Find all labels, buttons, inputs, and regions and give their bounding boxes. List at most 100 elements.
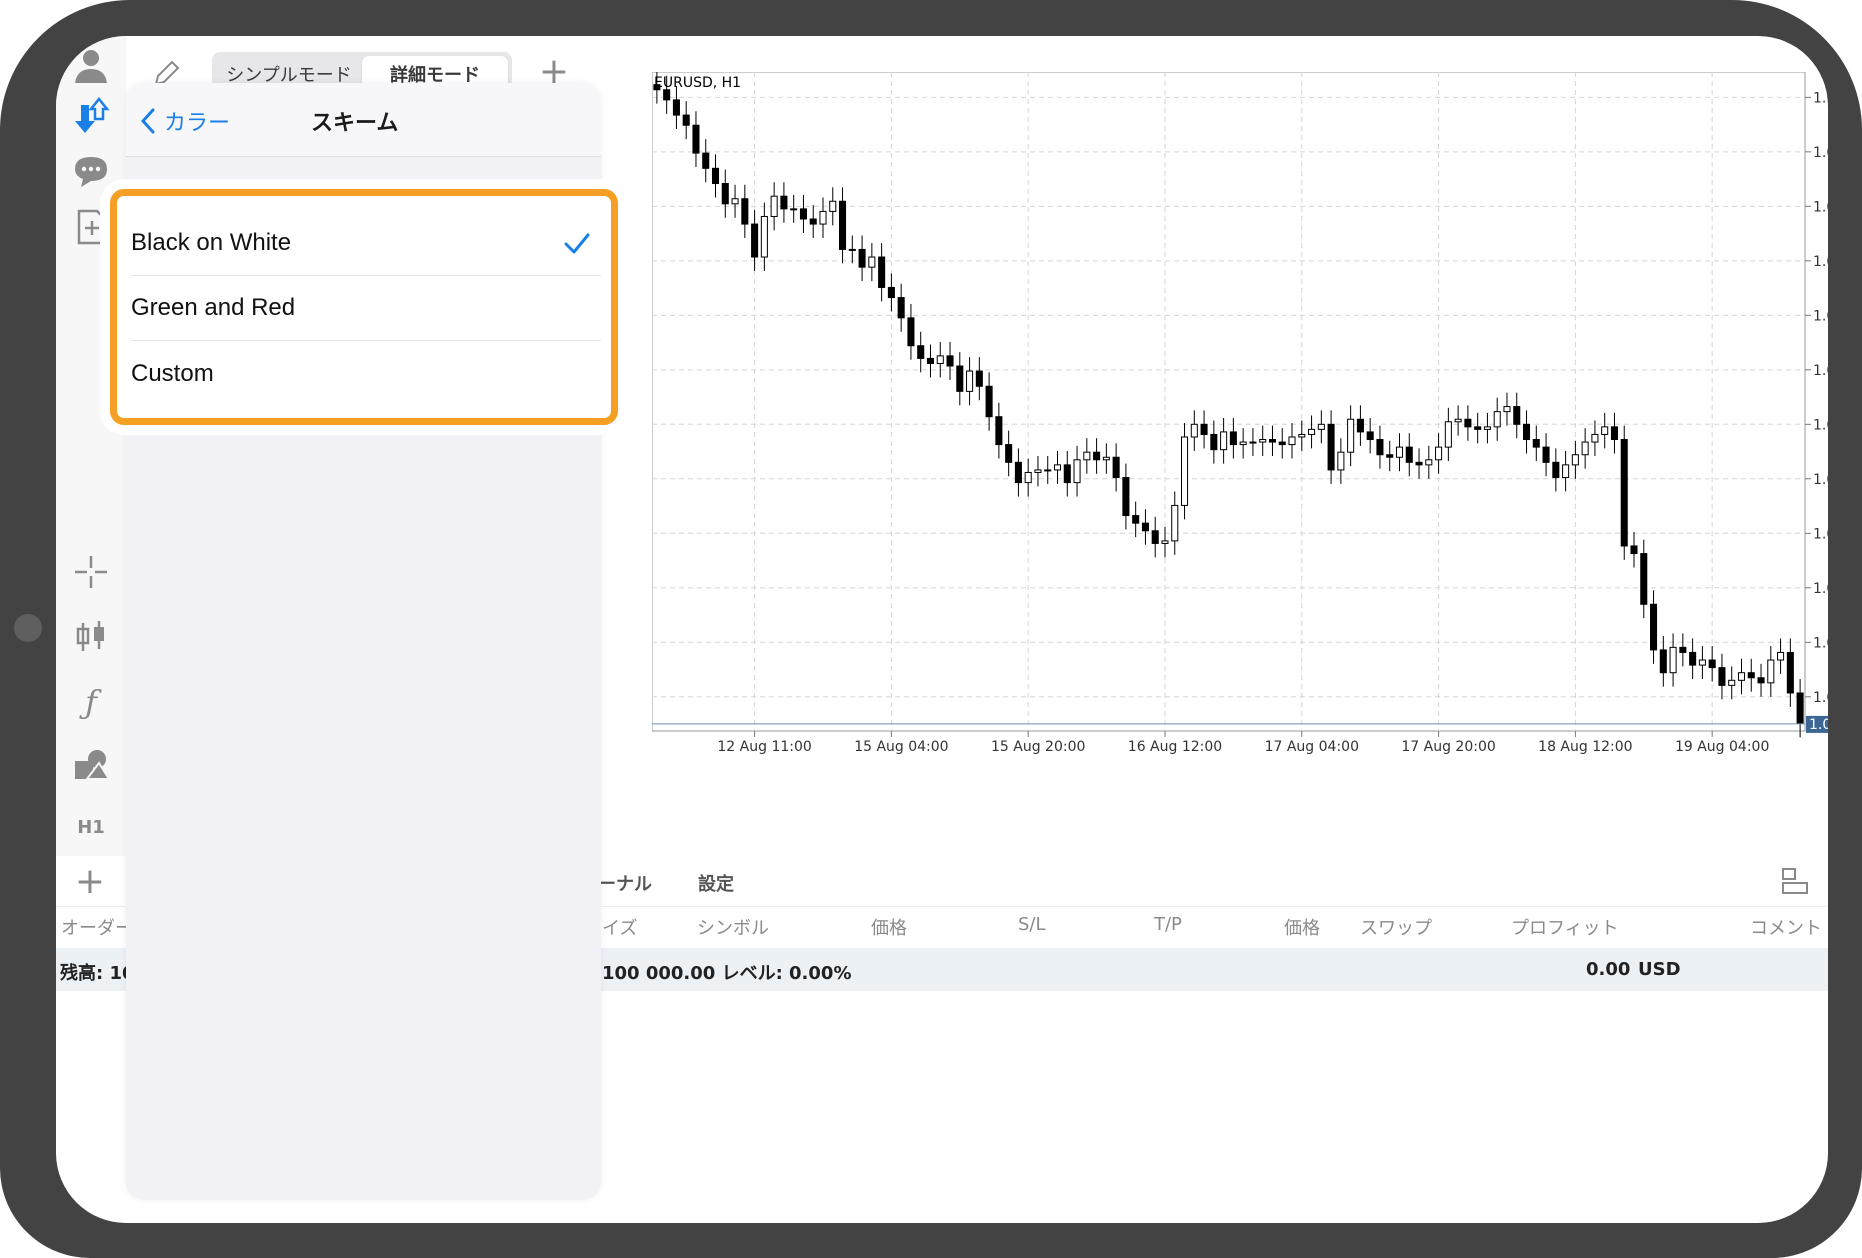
back-label: カラー xyxy=(164,111,231,136)
y-tick-label: 1.00920 xyxy=(1813,635,1828,651)
x-tick-label: 17 Aug 20:00 xyxy=(1401,739,1495,755)
candle-body xyxy=(1093,451,1101,461)
candle-body xyxy=(1767,659,1775,684)
candle-body xyxy=(1288,436,1296,446)
left-toolbar: ƒ H1 xyxy=(56,36,126,856)
candle-body xyxy=(1493,411,1501,428)
candle-body xyxy=(956,365,964,392)
candle-body xyxy=(711,167,720,185)
y-tick-label: 1.02855 xyxy=(1813,145,1828,161)
home-button[interactable] xyxy=(14,614,42,642)
col-sl: S/L xyxy=(1018,914,1046,935)
candle-body xyxy=(1620,439,1628,547)
account-icon[interactable] xyxy=(70,44,112,86)
candle-body xyxy=(1298,433,1306,438)
indicators-icon[interactable]: ƒ xyxy=(70,681,112,723)
candle-body xyxy=(751,223,759,258)
trade-icon[interactable] xyxy=(70,96,112,138)
y-tick-label: 1.00705 xyxy=(1813,690,1828,706)
candle-body xyxy=(1044,469,1052,472)
candle-body xyxy=(1532,439,1540,448)
candle-body xyxy=(1405,446,1413,463)
candle-body xyxy=(780,195,788,210)
candle-body xyxy=(1102,456,1110,461)
candle-body xyxy=(1005,444,1013,463)
candle-body xyxy=(1679,646,1687,653)
objects-icon[interactable] xyxy=(70,744,112,786)
candle-body xyxy=(1063,464,1071,484)
candle-body xyxy=(1308,428,1316,435)
candle-body xyxy=(1591,433,1599,443)
candle-body xyxy=(1610,426,1618,441)
candle-body xyxy=(1737,672,1746,681)
candle-body xyxy=(868,256,876,268)
candle-body xyxy=(721,183,729,205)
col-comment: コメント xyxy=(1750,918,1822,939)
scheme-option-green-and-red[interactable]: Green and Red xyxy=(131,277,601,341)
candle-body xyxy=(1259,439,1267,443)
y-tick-label: 1.01350 xyxy=(1813,526,1828,542)
candle-body xyxy=(1249,441,1257,444)
crosshair-icon[interactable] xyxy=(70,551,112,593)
candle-body xyxy=(799,208,807,220)
tab-journal[interactable]: ーナル xyxy=(598,870,652,896)
back-button[interactable]: カラー xyxy=(138,105,230,137)
candle-body xyxy=(1483,426,1491,430)
candle-body xyxy=(878,256,886,288)
candle-body xyxy=(1786,651,1794,694)
scheme-label: Green and Red xyxy=(131,294,296,321)
candle-body xyxy=(1415,461,1423,466)
candle-body xyxy=(1356,418,1364,433)
price-chart[interactable]: 1.03070 1.02855 1.02640 1.02425 1.02210 1.019… xyxy=(652,72,1828,884)
candle-body xyxy=(1395,446,1404,458)
new-document-icon[interactable] xyxy=(70,206,112,248)
current-price-label: 1.00598 xyxy=(1809,717,1828,733)
candle-body xyxy=(887,286,895,299)
candle-body xyxy=(1141,522,1149,532)
candle-body xyxy=(1425,459,1433,466)
y-tick-label: 1.01995 xyxy=(1813,363,1828,379)
candle-body xyxy=(1728,679,1736,686)
candle-body xyxy=(917,345,925,359)
y-tick-label: 1.02640 xyxy=(1813,199,1828,215)
candle-body xyxy=(1630,545,1638,555)
y-tick-label: 1.03070 xyxy=(1813,90,1828,106)
candle-body xyxy=(1132,515,1140,524)
candle-body xyxy=(1669,646,1677,674)
candle-body xyxy=(975,370,983,387)
candle-body xyxy=(1268,439,1276,443)
candle-body xyxy=(1474,426,1482,430)
scheme-list: Black on White Green and Red Custom xyxy=(110,189,618,425)
balance-label: 残高: 10 xyxy=(60,963,135,984)
y-tick-label: 1.02210 xyxy=(1813,308,1828,324)
candle-body xyxy=(858,248,866,268)
candle-body xyxy=(1698,659,1706,666)
candle-body xyxy=(1347,418,1355,453)
profit-value: 0.00 xyxy=(1586,959,1631,980)
candle-body xyxy=(946,355,954,367)
scheme-option-custom[interactable]: Custom xyxy=(131,343,591,407)
col-symbol: シンボル xyxy=(697,918,769,939)
candle-body xyxy=(1571,454,1579,466)
popover-nav-bar: カラー スキーム xyxy=(126,83,601,157)
candle-body xyxy=(1229,431,1237,446)
candle-body xyxy=(741,198,749,225)
candle-body xyxy=(809,218,817,225)
candlestick-chart-icon[interactable] xyxy=(70,616,112,658)
chat-icon[interactable] xyxy=(70,150,112,192)
scheme-option-black-on-white[interactable]: Black on White xyxy=(131,212,601,276)
candle-body xyxy=(1171,504,1179,542)
x-tick-label: 16 Aug 12:00 xyxy=(1128,739,1222,755)
candle-body xyxy=(1542,446,1550,463)
candle-body xyxy=(1210,433,1218,451)
candle-body xyxy=(1337,451,1345,471)
candle-body xyxy=(926,357,935,364)
add-tab-icon[interactable]: + xyxy=(70,862,110,902)
candle-body xyxy=(966,370,974,392)
candle-body xyxy=(1747,672,1755,679)
symbol-label: EURUSD, H1 xyxy=(654,75,741,91)
candle-body xyxy=(1073,459,1081,484)
candle-body xyxy=(848,248,856,251)
timeframe-label[interactable]: H1 xyxy=(70,806,112,848)
y-tick-label: 1.01780 xyxy=(1813,417,1828,433)
